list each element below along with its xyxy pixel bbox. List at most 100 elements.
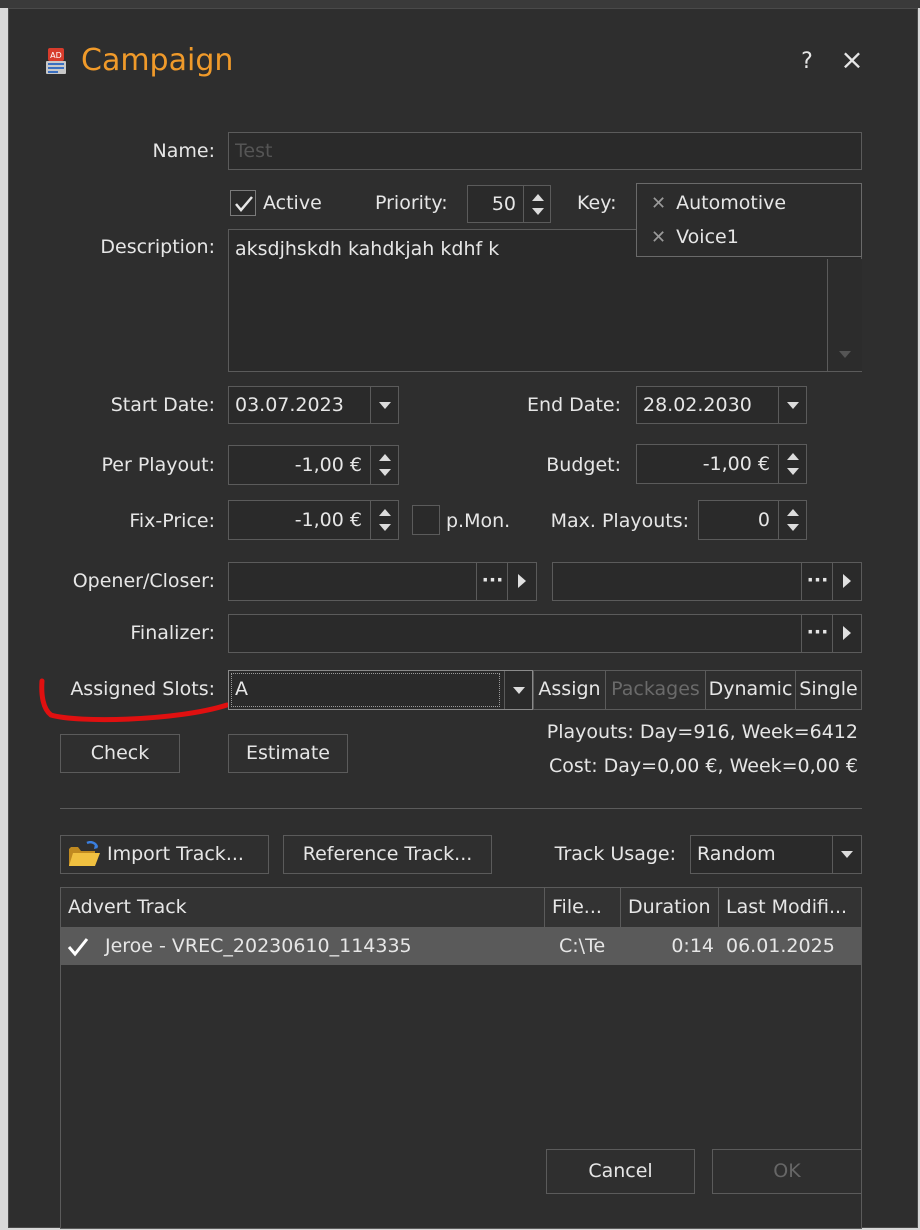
finalizer-label: Finalizer: <box>130 622 215 644</box>
cancel-button[interactable]: Cancel <box>546 1149 695 1194</box>
folder-open-icon <box>69 841 100 866</box>
check-button[interactable]: Check <box>60 734 180 773</box>
closer-browse-button[interactable]: ··· <box>801 563 833 600</box>
opener-play-button[interactable] <box>507 563 537 600</box>
remove-tag-icon[interactable]: ✕ <box>651 193 666 214</box>
end-date-dropdown-button[interactable] <box>778 387 807 423</box>
help-button[interactable]: ? <box>795 49 819 75</box>
ellipsis-icon: ··· <box>806 621 829 643</box>
track-file: C:\Te <box>559 935 606 957</box>
checkmark-icon <box>235 196 253 212</box>
red-underline-annotation <box>39 678 230 723</box>
grid-header: Advert Track File... Duration Last Modif… <box>61 888 861 928</box>
spin-down-icon <box>787 524 799 531</box>
budget-value: -1,00 € <box>702 453 770 475</box>
play-icon <box>843 574 851 588</box>
priority-value: 50 <box>491 193 516 215</box>
close-icon: × <box>840 43 864 76</box>
cost-summary: Cost: Day=0,00 €, Week=0,00 € <box>548 755 858 777</box>
packages-button[interactable]: Packages <box>605 670 705 710</box>
name-input[interactable] <box>228 132 862 170</box>
assigned-slots-dropdown-button[interactable] <box>504 671 533 709</box>
chevron-down-icon <box>787 402 799 409</box>
finalizer-input[interactable] <box>228 614 862 653</box>
priority-label: Priority: <box>375 192 448 214</box>
column-header-last-modified[interactable]: Last Modifi... <box>719 888 861 927</box>
assigned-slots-input[interactable]: A <box>228 670 533 710</box>
scroll-down-icon <box>839 351 851 358</box>
max-playouts-spinner[interactable] <box>778 501 807 539</box>
end-date-label: End Date: <box>527 394 621 416</box>
assign-button[interactable]: Assign <box>533 670 605 710</box>
opener-browse-button[interactable]: ··· <box>476 563 508 600</box>
reference-track-button[interactable]: Reference Track... <box>283 835 492 874</box>
key-label: Key: <box>577 192 617 214</box>
section-divider <box>60 808 862 809</box>
finalizer-browse-button[interactable]: ··· <box>801 615 833 652</box>
spin-up-icon <box>379 454 391 461</box>
focus-outline <box>231 673 500 707</box>
key-tag[interactable]: ✕ Voice1 <box>651 222 739 253</box>
name-label: Name: <box>152 140 215 162</box>
chevron-down-icon <box>513 687 525 694</box>
play-icon <box>843 626 851 640</box>
import-track-button[interactable]: Import Track... <box>60 835 269 874</box>
chevron-down-icon <box>841 851 853 858</box>
start-date-dropdown-button[interactable] <box>370 387 399 423</box>
key-tag-box[interactable]: ✕ Automotive ✕ Voice1 <box>636 183 862 257</box>
chevron-down-icon <box>379 402 391 409</box>
pmon-checkbox[interactable] <box>412 505 440 535</box>
spin-up-icon <box>379 509 391 516</box>
track-usage-value: Random <box>697 843 776 865</box>
dynamic-button[interactable]: Dynamic <box>705 670 795 710</box>
spin-down-icon <box>787 468 799 475</box>
single-button[interactable]: Single <box>795 670 862 710</box>
import-track-label: Import Track... <box>107 843 244 865</box>
close-button[interactable]: × <box>839 45 865 75</box>
spin-up-icon <box>532 194 544 201</box>
ellipsis-icon: ··· <box>481 569 504 591</box>
track-name: Jeroe - VREC_20230610_114335 <box>105 935 412 957</box>
spin-down-icon <box>379 469 391 476</box>
column-header-duration[interactable]: Duration <box>621 888 719 927</box>
dialog-title: Campaign <box>81 43 234 78</box>
fix-price-value: -1,00 € <box>294 509 362 531</box>
background-window-strip <box>0 0 920 8</box>
ok-button[interactable]: OK <box>712 1149 862 1194</box>
fix-price-spinner[interactable] <box>370 501 399 539</box>
playouts-summary: Playouts: Day=916, Week=6412 <box>546 721 858 743</box>
priority-spinner[interactable] <box>523 186 552 222</box>
key-tag[interactable]: ✕ Automotive <box>651 188 786 219</box>
description-label: Description: <box>100 236 215 258</box>
table-row[interactable]: Jeroe - VREC_20230610_114335 C:\Te 0:14 … <box>61 928 861 965</box>
key-tag-label: Automotive <box>676 192 787 214</box>
column-header-advert-track[interactable]: Advert Track <box>61 888 545 927</box>
opener-closer-label: Opener/Closer: <box>72 570 215 592</box>
estimate-button[interactable]: Estimate <box>228 734 348 773</box>
track-usage-dropdown-button[interactable] <box>832 836 862 873</box>
description-scrollbar[interactable] <box>827 259 862 371</box>
closer-play-button[interactable] <box>832 563 862 600</box>
track-duration: 0:14 <box>671 935 714 957</box>
pmon-label: p.Mon. <box>446 510 511 532</box>
per-playout-label: Per Playout: <box>101 454 215 476</box>
track-usage-label: Track Usage: <box>554 843 676 865</box>
play-icon <box>518 574 526 588</box>
spin-down-icon <box>532 208 544 215</box>
fix-price-label: Fix-Price: <box>129 510 215 532</box>
per-playout-value: -1,00 € <box>294 454 362 476</box>
column-header-file[interactable]: File... <box>545 888 621 927</box>
budget-label: Budget: <box>546 454 621 476</box>
finalizer-play-button[interactable] <box>832 615 862 652</box>
per-playout-spinner[interactable] <box>370 446 399 484</box>
active-checkbox[interactable] <box>230 190 256 216</box>
spin-down-icon <box>379 524 391 531</box>
budget-spinner[interactable] <box>778 445 807 483</box>
spin-up-icon <box>787 509 799 516</box>
max-playouts-value: 0 <box>757 509 770 531</box>
app-icon-text: AD <box>50 51 62 60</box>
remove-tag-icon[interactable]: ✕ <box>651 227 666 248</box>
start-date-label: Start Date: <box>110 394 215 416</box>
app-icon: AD <box>43 47 69 77</box>
checkmark-icon[interactable] <box>65 934 91 960</box>
